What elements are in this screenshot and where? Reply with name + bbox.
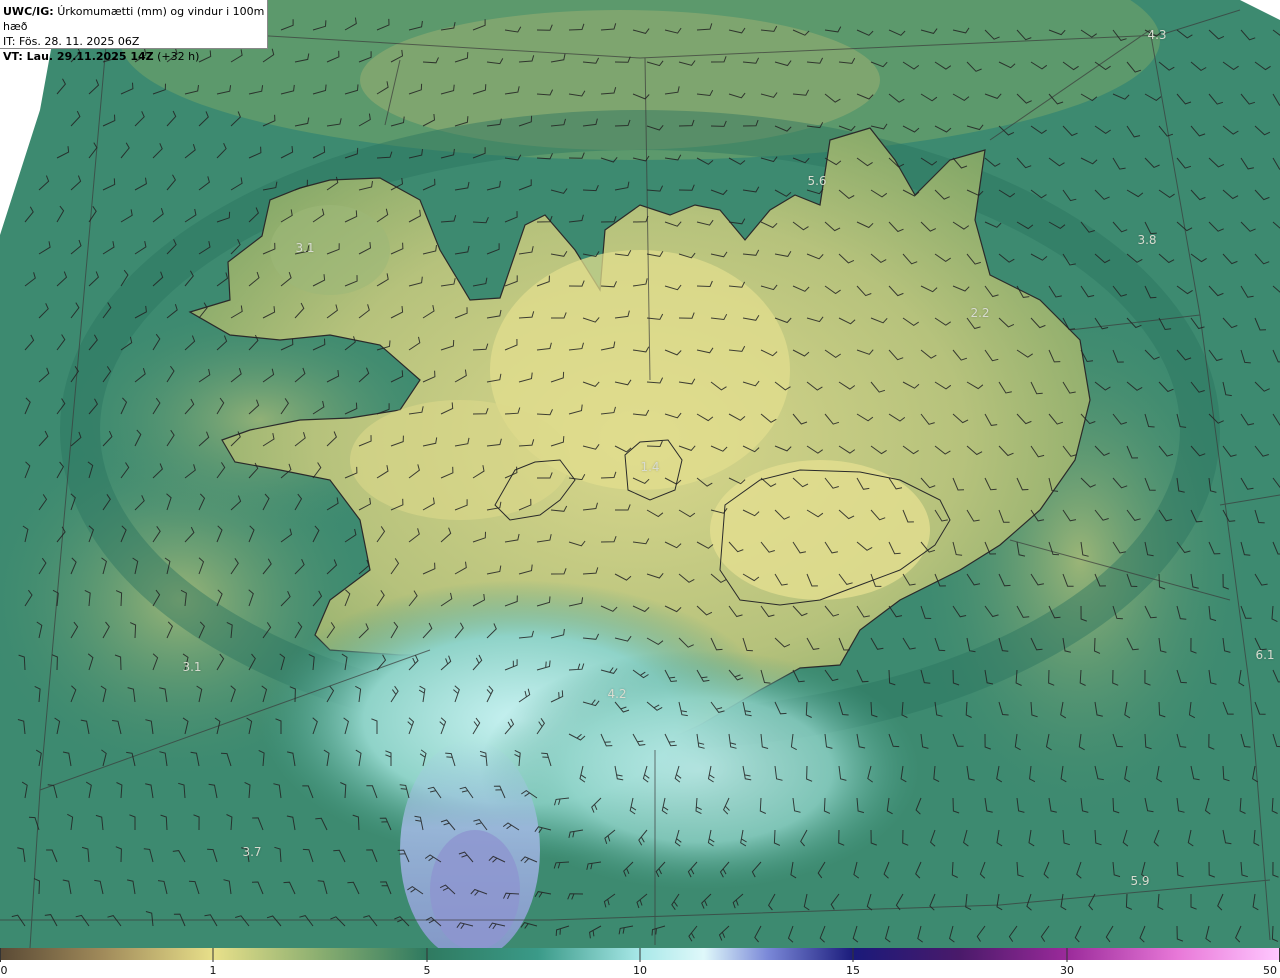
value-label: 3.8 bbox=[1137, 233, 1157, 247]
colorbar-tick: 5 bbox=[423, 964, 431, 977]
value-label: 3.1 bbox=[295, 241, 315, 255]
value-label: 1.4 bbox=[640, 460, 660, 474]
value-label: 6.1 bbox=[1255, 648, 1275, 662]
colorbar-tick: 10 bbox=[633, 964, 647, 977]
value-label: 4.3 bbox=[1147, 28, 1167, 42]
title-prefix: UWC/IG: bbox=[3, 5, 54, 18]
colorbar-tick: 30 bbox=[1060, 964, 1074, 977]
value-label: 5.9 bbox=[1130, 874, 1150, 888]
map-header: UWC/IG: Úrkomumætti (mm) og vindur i 100… bbox=[0, 0, 268, 63]
colorbar-tick: 0 bbox=[0, 964, 8, 977]
value-label: 2.2 bbox=[970, 306, 990, 320]
init-time: IT: Fös. 28. 11. 2025 06Z bbox=[3, 35, 140, 48]
colorbar-tick: 1 bbox=[209, 964, 217, 977]
colorbar-tick: 15 bbox=[846, 964, 860, 977]
weather-map bbox=[0, 0, 1280, 948]
valid-time-suffix: (+32 h) bbox=[157, 50, 200, 63]
map-title: UWC/IG: Úrkomumætti (mm) og vindur i 100… bbox=[3, 4, 267, 34]
value-label: 5.6 bbox=[807, 174, 827, 188]
colorbar-gradient bbox=[0, 948, 1280, 962]
value-label: 3.1 bbox=[182, 660, 202, 674]
colorbar: 0 1 5 10 15 30 50 bbox=[0, 948, 1280, 978]
valid-time: VT: Lau. 29.11.2025 14Z (+32 h) bbox=[3, 49, 267, 64]
value-label: 3.7 bbox=[242, 845, 262, 859]
valid-time-prefix: VT: Lau. 29.11.2025 14Z bbox=[3, 50, 154, 63]
value-label: 4.2 bbox=[607, 687, 627, 701]
colorbar-tick: 50 bbox=[1263, 964, 1277, 977]
